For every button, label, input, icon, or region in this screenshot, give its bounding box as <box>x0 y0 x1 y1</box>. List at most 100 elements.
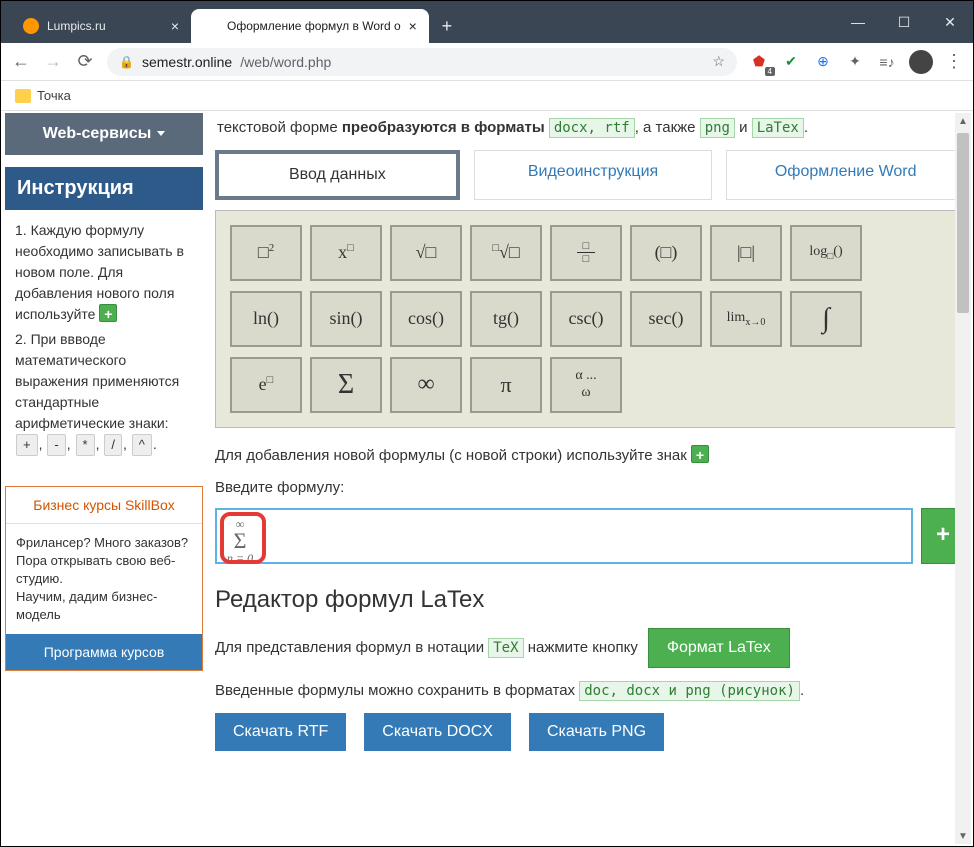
close-window-button[interactable]: ✕ <box>927 1 973 43</box>
ad-line2: Пора открывать свою веб-студию. <box>16 552 192 588</box>
palette-sqrt[interactable]: √□ <box>390 225 462 281</box>
tab-video[interactable]: Видеоинструкция <box>474 150 713 200</box>
code-docx-rtf: docx, rtf <box>549 118 635 138</box>
op-plus: + <box>16 434 38 456</box>
op-minus: - <box>47 434 65 456</box>
download-rtf-button[interactable]: Скачать RTF <box>215 713 346 751</box>
ad-program-button[interactable]: Программа курсов <box>6 634 202 670</box>
reload-button[interactable]: ⟳ <box>75 51 95 72</box>
instruction-heading: Инструкция <box>5 167 203 210</box>
address-bar: ← → ⟳ 🔒 semestr.online/web/word.php ☆ ⬟ … <box>1 43 973 81</box>
download-buttons-row: Скачать RTF Скачать DOCX Скачать PNG <box>215 713 965 751</box>
new-tab-button[interactable]: + <box>433 12 461 40</box>
palette-frac[interactable]: □□ <box>550 225 622 281</box>
reading-list-icon[interactable]: ≡♪ <box>877 52 897 72</box>
omnibox[interactable]: 🔒 semestr.online/web/word.php ☆ <box>107 48 737 76</box>
tab-word-formulas[interactable]: Оформление формул в Word о × <box>191 9 429 43</box>
ad-line3: Научим, дадим бизнес-модель <box>16 588 192 624</box>
minimize-button[interactable]: — <box>835 1 881 43</box>
format-latex-button[interactable]: Формат LaTex <box>648 628 790 668</box>
palette-greek[interactable]: α ...ω <box>550 357 622 413</box>
tab-input-data[interactable]: Ввод данных <box>215 150 460 200</box>
add-row-hint: Для добавления новой формулы (с новой ст… <box>215 444 965 468</box>
back-button[interactable]: ← <box>11 51 31 72</box>
scroll-down-arrow[interactable]: ▼ <box>955 828 971 844</box>
palette-nroot[interactable]: □√□ <box>470 225 542 281</box>
bookmark-tochka[interactable]: Точка <box>37 88 71 103</box>
window-controls: — ☐ ✕ <box>835 1 973 43</box>
palette-lim[interactable]: limx→0 <box>710 291 782 347</box>
tab-lumpics[interactable]: Lumpics.ru × <box>11 9 191 43</box>
intro-text: текстовой форме преобразуются в форматы … <box>215 113 965 150</box>
plus-icon: + <box>691 445 709 463</box>
bookmark-star-icon[interactable]: ☆ <box>712 53 725 70</box>
palette-abs[interactable]: |□| <box>710 225 782 281</box>
palette-exp[interactable]: e□ <box>230 357 302 413</box>
palette-pi[interactable]: π <box>470 357 542 413</box>
close-icon[interactable]: × <box>171 18 179 34</box>
profile-avatar[interactable] <box>909 50 933 74</box>
palette-sec[interactable]: sec() <box>630 291 702 347</box>
palette-tg[interactable]: tg() <box>470 291 542 347</box>
palette-square[interactable]: □2 <box>230 225 302 281</box>
palette-sin[interactable]: sin() <box>310 291 382 347</box>
extensions-puzzle-icon[interactable]: ✦ <box>845 52 865 72</box>
url-path: /web/word.php <box>240 54 331 70</box>
code-png: png <box>700 118 735 138</box>
grid-favicon <box>203 18 219 34</box>
sidebar: Web-сервисы Инструкция 1. Каждую формулу… <box>1 113 211 846</box>
palette-power[interactable]: x□ <box>310 225 382 281</box>
code-save-formats: doc, docx и png (рисунок) <box>579 681 800 701</box>
instruction-step-1: 1. Каждую формулу необходимо записывать … <box>15 220 193 325</box>
content-tabs: Ввод данных Видеоинструкция Оформление W… <box>215 150 965 200</box>
main-column: текстовой форме преобразуются в форматы … <box>211 113 973 846</box>
extension-icons: ⬟ ✔ ⊕ ✦ ≡♪ ⋮ <box>749 50 963 74</box>
latex-heading: Редактор формул LaTex <box>215 586 965 614</box>
vertical-scrollbar[interactable]: ▲ ▼ <box>955 113 971 844</box>
tab-title: Lumpics.ru <box>47 19 163 33</box>
below-palette: Для добавления новой формулы (с новой ст… <box>215 444 965 564</box>
formula-input[interactable]: ∞ Σ n = 0 <box>215 508 913 564</box>
op-div: / <box>104 434 122 456</box>
instruction-step-2: 2. При ввводе математического выражения … <box>15 329 193 456</box>
palette-integral[interactable]: ∫ <box>790 291 862 347</box>
palette-csc[interactable]: csc() <box>550 291 622 347</box>
page-content: Web-сервисы Инструкция 1. Каждую формулу… <box>1 113 973 846</box>
symbol-palette: □2 x□ √□ □√□ □□ (□) |□| log□() ln() sin(… <box>215 210 965 428</box>
check-extension-icon[interactable]: ✔ <box>781 52 801 72</box>
scroll-thumb[interactable] <box>957 133 969 313</box>
palette-sum[interactable]: Σ <box>310 357 382 413</box>
bookmarks-bar: Точка <box>1 81 973 111</box>
enter-formula-label: Введите формулу: <box>215 476 965 500</box>
maximize-button[interactable]: ☐ <box>881 1 927 43</box>
ad-line1: Фрилансер? Много заказов? <box>16 534 192 552</box>
globe-extension-icon[interactable]: ⊕ <box>813 52 833 72</box>
palette-ln[interactable]: ln() <box>230 291 302 347</box>
forward-button[interactable]: → <box>43 51 63 72</box>
formula-sum-rendered: ∞ Σ n = 0 <box>225 516 255 566</box>
download-docx-button[interactable]: Скачать DOCX <box>364 713 511 751</box>
plus-icon: + <box>99 304 117 322</box>
ad-body: Фрилансер? Много заказов? Пора открывать… <box>6 524 202 635</box>
palette-infinity[interactable]: ∞ <box>390 357 462 413</box>
browser-titlebar: Lumpics.ru × Оформление формул в Word о … <box>1 1 973 43</box>
palette-paren[interactable]: (□) <box>630 225 702 281</box>
tab-title: Оформление формул в Word о <box>227 19 401 33</box>
tab-word-format[interactable]: Оформление Word <box>726 150 965 200</box>
lock-icon: 🔒 <box>119 55 134 69</box>
ad-skillbox: Бизнес курсы SkillBox Фрилансер? Много з… <box>5 486 203 672</box>
download-png-button[interactable]: Скачать PNG <box>529 713 664 751</box>
web-services-dropdown[interactable]: Web-сервисы <box>5 113 203 155</box>
palette-log[interactable]: log□() <box>790 225 862 281</box>
adblock-icon[interactable]: ⬟ <box>749 52 769 72</box>
save-formats-row: Введенные формулы можно сохранить в форм… <box>215 682 965 699</box>
ad-title[interactable]: Бизнес курсы SkillBox <box>6 487 202 524</box>
code-latex: LaTex <box>752 118 804 138</box>
close-icon[interactable]: × <box>409 18 417 34</box>
scroll-up-arrow[interactable]: ▲ <box>955 113 971 129</box>
palette-cos[interactable]: cos() <box>390 291 462 347</box>
op-mult: * <box>76 434 95 456</box>
folder-icon <box>15 89 31 103</box>
browser-menu-button[interactable]: ⋮ <box>945 51 963 72</box>
latex-section: Редактор формул LaTex Для представления … <box>215 586 965 751</box>
